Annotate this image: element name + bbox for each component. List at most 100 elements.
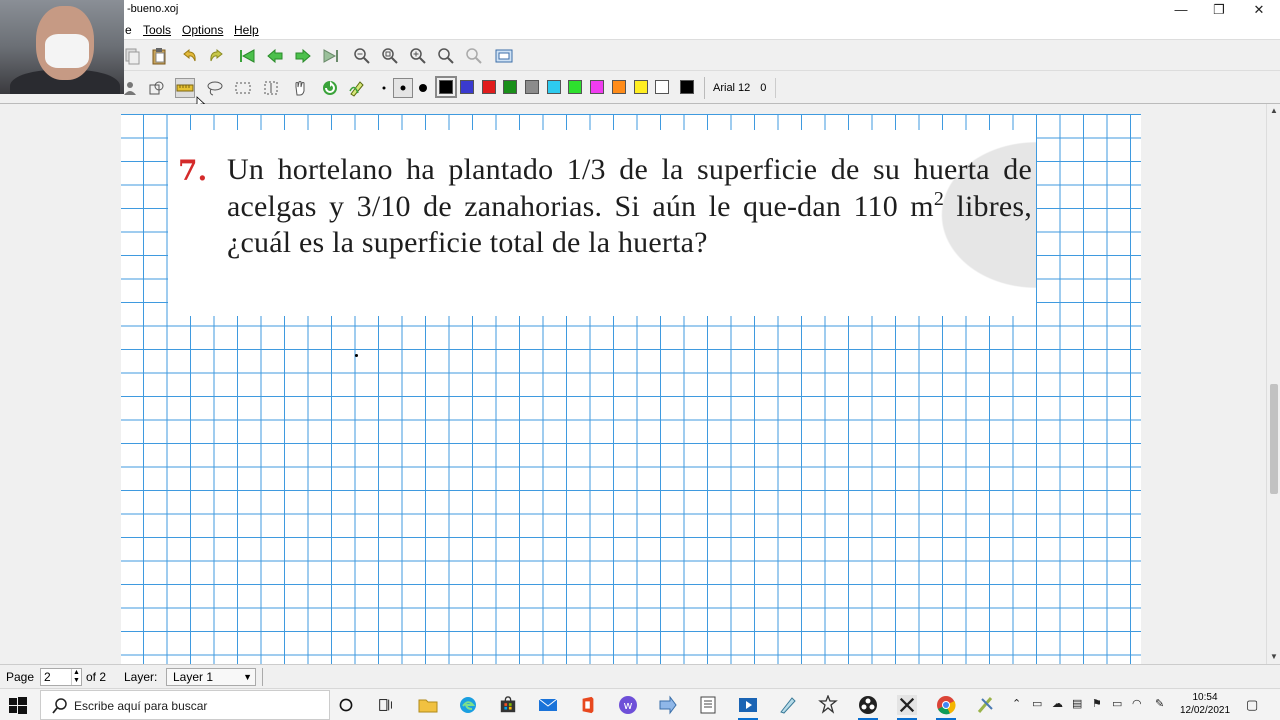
window-title: -bueno.xoj <box>127 3 179 15</box>
taskbar-search[interactable]: Escribe aquí para buscar <box>40 690 330 720</box>
menu-file[interactable]: e <box>125 23 132 37</box>
thickness-fine-button[interactable] <box>374 78 394 98</box>
ruler-icon <box>176 84 194 92</box>
restore-button[interactable]: ❐ <box>1200 0 1238 20</box>
first-page-button[interactable] <box>237 46 257 66</box>
minimize-button[interactable]: — <box>1162 0 1200 20</box>
close-button[interactable]: ✕ <box>1240 0 1278 20</box>
color-lightgreen-button[interactable] <box>568 80 582 94</box>
onedrive-icon[interactable]: ☁ <box>1052 697 1063 710</box>
hand-icon <box>295 81 305 96</box>
page-spinner-icon[interactable]: ▲ ▼ <box>71 669 81 685</box>
app-pen-icon[interactable] <box>778 695 798 715</box>
color-red-button[interactable] <box>482 80 496 94</box>
copy-button[interactable] <box>122 46 142 66</box>
zoom-fit-button[interactable] <box>380 46 400 66</box>
status-separator <box>262 668 263 686</box>
shape-tool-button[interactable] <box>147 78 167 98</box>
app-arrow-icon[interactable] <box>658 695 678 715</box>
mail-icon[interactable] <box>538 695 558 715</box>
color-yellow-button[interactable] <box>634 80 648 94</box>
thickness-thick-button[interactable] <box>413 78 433 98</box>
paste-button[interactable] <box>149 46 169 66</box>
app-settings-icon[interactable] <box>818 695 838 715</box>
page-number-value: 2 <box>44 670 51 684</box>
chrome-icon[interactable] <box>936 695 956 720</box>
font-extra: 0 <box>760 82 767 94</box>
prev-page-button[interactable] <box>265 46 285 66</box>
webcam-mask <box>45 34 89 68</box>
menu-help[interactable]: Help <box>234 23 259 37</box>
scroll-up-icon[interactable]: ▲ <box>1269 106 1279 116</box>
wifi-icon[interactable]: ◠ <box>1132 697 1142 710</box>
tray-device-icon[interactable]: ▭ <box>1032 697 1042 710</box>
undo-button[interactable] <box>179 46 199 66</box>
ruler-tool-button[interactable] <box>175 78 195 98</box>
store-icon[interactable] <box>498 695 518 715</box>
edge-icon[interactable] <box>458 695 478 715</box>
vertical-space-button[interactable] <box>261 78 281 98</box>
chevron-down-icon: ▼ <box>243 672 252 682</box>
shape-icon <box>149 81 164 95</box>
windows-start-icon[interactable] <box>8 696 28 716</box>
last-page-button[interactable] <box>321 46 341 66</box>
xournal-icon[interactable] <box>897 695 917 720</box>
tray-security-icon[interactable]: ⚑ <box>1092 697 1102 710</box>
undo-icon <box>183 48 196 62</box>
ink-dot <box>355 354 358 357</box>
color-orange-button[interactable] <box>612 80 626 94</box>
color-black-button[interactable] <box>435 76 457 98</box>
tray-network-icon[interactable]: ▭ <box>1112 697 1122 710</box>
clock[interactable]: 10:54 12/02/2021 <box>1176 691 1234 717</box>
select-rect-button[interactable] <box>233 78 253 98</box>
zoom-width-icon <box>466 48 482 64</box>
tray-pen-icon[interactable]: ✎ <box>1155 697 1164 710</box>
lasso-tool-button[interactable] <box>205 78 225 98</box>
scroll-down-icon[interactable]: ▼ <box>1269 652 1279 662</box>
font-selector[interactable]: Arial 12 0 <box>704 77 776 99</box>
menu-tools-label: Tools <box>143 23 172 37</box>
color-magenta-button[interactable] <box>590 80 604 94</box>
next-page-button[interactable] <box>293 46 313 66</box>
thickness-medium-button[interactable] <box>393 78 413 98</box>
shape-recognizer-button[interactable] <box>347 78 367 98</box>
notifications-icon[interactable]: ▢ <box>1246 697 1258 713</box>
app-tools-icon[interactable] <box>976 695 996 715</box>
zoom-100-button[interactable] <box>436 46 456 66</box>
media-player-icon[interactable] <box>738 695 758 720</box>
zoom-width-button[interactable] <box>464 46 484 66</box>
redo-button[interactable] <box>207 46 227 66</box>
menu-tools[interactable]: Tools <box>143 23 171 37</box>
office-icon[interactable] <box>578 695 598 715</box>
app-doc-icon[interactable] <box>698 695 718 715</box>
copy-icon <box>125 48 140 65</box>
obs-icon[interactable] <box>858 695 878 720</box>
color-green-button[interactable] <box>503 80 517 94</box>
cortana-icon[interactable] <box>336 695 356 715</box>
menu-options[interactable]: Options <box>182 23 223 37</box>
scrollbar-thumb[interactable] <box>1270 384 1278 494</box>
refresh-button[interactable] <box>320 78 340 98</box>
tray-app-icon[interactable]: ▤ <box>1072 697 1082 710</box>
zoom-in-button[interactable] <box>408 46 428 66</box>
layer-select[interactable]: Layer 1 ▼ <box>166 668 256 686</box>
color-white-button[interactable] <box>655 80 669 94</box>
toolbar-separator <box>775 78 776 98</box>
arrow-right-icon <box>295 48 311 64</box>
layer-value: Layer 1 <box>173 670 214 684</box>
color-lightblue-button[interactable] <box>547 80 561 94</box>
zoom-out-button[interactable] <box>352 46 372 66</box>
page-number-input[interactable]: 2 ▲ ▼ <box>40 668 82 686</box>
problem-image[interactable]: 7. Un hortelano ha plantado 1/3 de la su… <box>168 130 1036 316</box>
task-view-icon[interactable] <box>376 695 396 715</box>
fullscreen-button[interactable] <box>494 46 514 66</box>
hand-tool-button[interactable] <box>290 78 310 98</box>
tray-chevron-up-icon[interactable]: ⌃ <box>1012 697 1021 710</box>
color-blue-button[interactable] <box>460 80 474 94</box>
color-custom-button[interactable] <box>680 80 694 94</box>
webcam-overlay <box>0 0 124 94</box>
file-explorer-icon[interactable] <box>418 695 438 715</box>
vertical-scrollbar[interactable]: ▲ ▼ <box>1266 104 1280 664</box>
app-w-icon[interactable]: w <box>618 695 638 715</box>
color-gray-button[interactable] <box>525 80 539 94</box>
